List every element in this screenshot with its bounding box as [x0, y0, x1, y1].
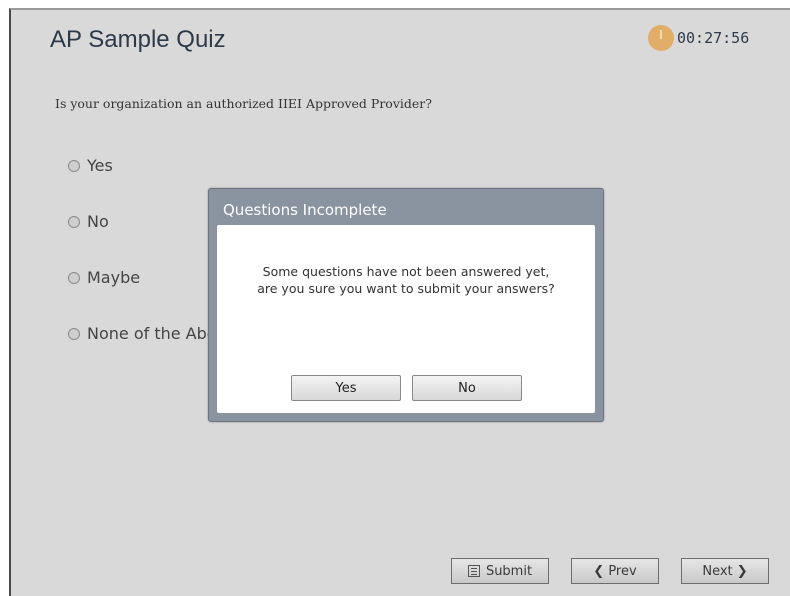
- option-label: Yes: [87, 156, 113, 175]
- clock-icon: [648, 25, 674, 51]
- next-label: Next ❯: [702, 563, 748, 579]
- prev-label: ❮ Prev: [593, 563, 637, 579]
- quiz-title: AP Sample Quiz: [50, 26, 226, 53]
- radio-icon[interactable]: [68, 159, 80, 172]
- radio-icon[interactable]: [68, 271, 80, 284]
- dialog-message: Some questions have not been answered ye…: [217, 263, 595, 297]
- submit-label: Submit: [485, 563, 533, 579]
- dialog-title: Questions Incomplete: [223, 201, 387, 219]
- option-no[interactable]: No: [68, 212, 109, 231]
- confirm-dialog: Questions Incomplete Some questions have…: [208, 188, 604, 422]
- question-text: Is your organization an authorized IIEI …: [55, 96, 432, 111]
- document-icon: [467, 565, 480, 577]
- dialog-yes-button[interactable]: Yes: [291, 375, 401, 401]
- option-maybe[interactable]: Maybe: [68, 268, 140, 287]
- dialog-body: Some questions have not been answered ye…: [217, 225, 595, 413]
- option-yes[interactable]: Yes: [68, 156, 113, 175]
- option-label: Maybe: [87, 268, 141, 287]
- next-button[interactable]: Next ❯: [681, 558, 769, 584]
- radio-icon[interactable]: [68, 327, 80, 340]
- timer-text: 00:27:56: [677, 29, 750, 47]
- prev-button[interactable]: ❮ Prev: [571, 558, 659, 584]
- radio-icon[interactable]: [68, 215, 80, 228]
- dialog-message-line2: are you sure you want to submit your ans…: [257, 281, 555, 296]
- submit-button[interactable]: Submit: [451, 558, 549, 584]
- dialog-message-line1: Some questions have not been answered ye…: [262, 264, 550, 279]
- timer: 00:27:56: [648, 24, 749, 52]
- dialog-no-button[interactable]: No: [412, 375, 522, 401]
- option-label: No: [87, 212, 109, 231]
